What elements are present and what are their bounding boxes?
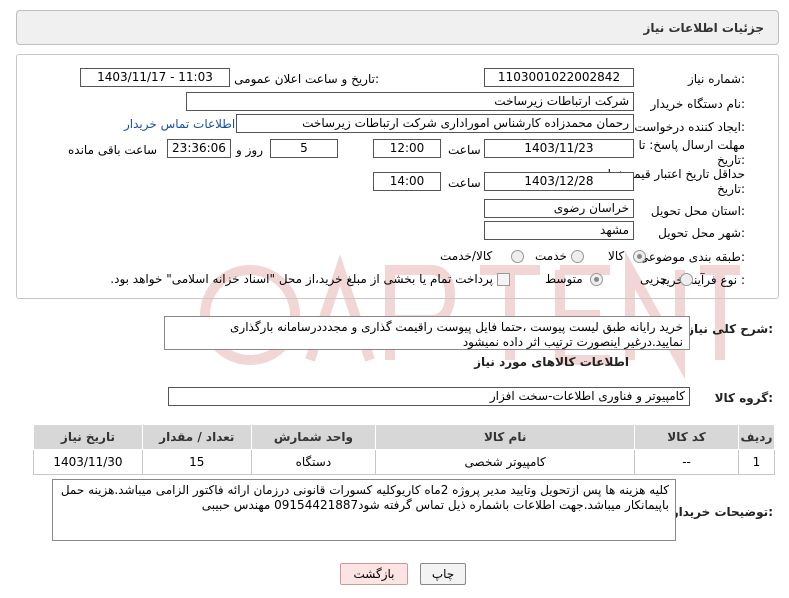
cell-row-number: 1	[737, 449, 776, 475]
process-option-medium: متوسط	[545, 272, 583, 286]
cell-need-date: 1403/11/30	[33, 449, 143, 475]
cell-unit: دستگاه	[250, 449, 377, 475]
goods-table-header: ردیف کد کالا نام کالا واحد شمارش تعداد /…	[33, 424, 776, 450]
goods-group-field[interactable]: کامپیوتر و فناوری اطلاعات-سخت افزار	[168, 387, 690, 406]
col-unit: واحد شمارش	[250, 424, 377, 450]
category-radio-goods[interactable]	[633, 250, 646, 263]
treasury-payment-checkbox[interactable]	[497, 273, 510, 286]
creator-field[interactable]: رحمان محمدزاده کارشناس امورادارى شرکت ار…	[236, 114, 634, 133]
announce-field[interactable]: 1403/11/17 - 11:03	[80, 68, 230, 87]
treasury-payment-note: پرداخت تمام یا بخشی از مبلغ خرید،از محل …	[110, 272, 493, 286]
need-number-field[interactable]: 1103001022002842	[484, 68, 634, 87]
category-option-service: خدمت	[535, 249, 567, 263]
col-quantity: تعداد / مقدار	[141, 424, 252, 450]
validity-time-label: ساعت	[448, 176, 481, 190]
col-row-number: ردیف	[737, 424, 776, 450]
cell-item-code: --	[634, 449, 739, 475]
table-row[interactable]: 1 -- کامپیوتر شخصی دستگاه 15 1403/11/30	[33, 449, 776, 475]
need-number-label: شماره نیاز:	[687, 72, 745, 86]
announce-label: تاریخ و ساعت اعلان عمومی:	[234, 72, 379, 86]
process-radio-medium[interactable]	[590, 273, 603, 286]
category-option-goods: کالا	[608, 249, 625, 263]
category-radio-service[interactable]	[571, 250, 584, 263]
buyer-org-field[interactable]: شرکت ارتباطات زیرساخت	[186, 92, 634, 111]
cell-item-name: کامپیوتر شخصی	[375, 449, 636, 475]
col-item-code: کد کالا	[634, 424, 739, 450]
col-item-name: نام کالا	[375, 424, 636, 450]
validity-date-field[interactable]: 1403/12/28	[484, 172, 634, 191]
category-label: طبقه بندی موضوعی:	[638, 250, 745, 264]
days-label: روز و	[236, 143, 263, 157]
page-title: جزئیات اطلاعات نیاز	[643, 21, 764, 35]
cell-quantity: 15	[141, 449, 252, 475]
creator-label: ایجاد کننده درخواست:	[634, 120, 745, 134]
description-textarea[interactable]: خرید رایانه طبق لیست پیوست ،حتما فایل پی…	[164, 316, 690, 350]
deadline-time-label: ساعت	[448, 143, 481, 157]
validity-time-field[interactable]: 14:00	[373, 172, 441, 191]
category-radio-both[interactable]	[511, 250, 524, 263]
validity-label-2: تاریخ:	[717, 182, 745, 196]
category-option-both: کالا/خدمت	[440, 249, 493, 263]
goods-table: ردیف کد کالا نام کالا واحد شمارش تعداد /…	[33, 424, 776, 475]
remaining-time-field[interactable]: 23:36:06	[167, 139, 231, 158]
description-label: شرح کلی نیاز:	[687, 322, 773, 336]
process-option-minor: جزیی	[640, 272, 668, 286]
process-radio-minor[interactable]	[680, 273, 693, 286]
buyer-contact-link[interactable]: اطلاعات تماس خریدار	[124, 117, 235, 131]
deadline-time-field[interactable]: 12:00	[373, 139, 441, 158]
deadline-label: مهلت ارسال پاسخ: تا	[638, 138, 745, 152]
buyer-org-label: نام دستگاه خریدار:	[650, 97, 746, 111]
goods-group-label: گروه کالا:	[714, 391, 773, 405]
province-label: استان محل تحویل:	[650, 204, 745, 218]
days-field[interactable]: 5	[270, 139, 338, 158]
buyer-notes-label: توضیحات خریدار:	[671, 505, 773, 519]
page-header: جزئیات اطلاعات نیاز	[16, 10, 779, 45]
process-label: نوع فرآیند خرید :	[660, 273, 745, 287]
city-label: شهر محل تحویل:	[658, 226, 745, 240]
remaining-label: ساعت باقی مانده	[68, 143, 158, 157]
back-button[interactable]: بازگشت	[340, 563, 408, 585]
print-button[interactable]: چاپ	[420, 563, 466, 585]
buyer-notes-textarea[interactable]: کلیه هزینه ها پس ازتحویل وتایید مدیر پرو…	[52, 479, 676, 541]
deadline-date-field[interactable]: 1403/11/23	[484, 139, 634, 158]
goods-section-title: اطلاعات کالاهای مورد نیاز	[474, 355, 629, 369]
province-field[interactable]: خراسان رضوی	[484, 199, 634, 218]
col-need-date: تاریخ نیاز	[33, 424, 143, 450]
city-field[interactable]: مشهد	[484, 221, 634, 240]
deadline-label-2: تاریخ:	[717, 153, 745, 167]
